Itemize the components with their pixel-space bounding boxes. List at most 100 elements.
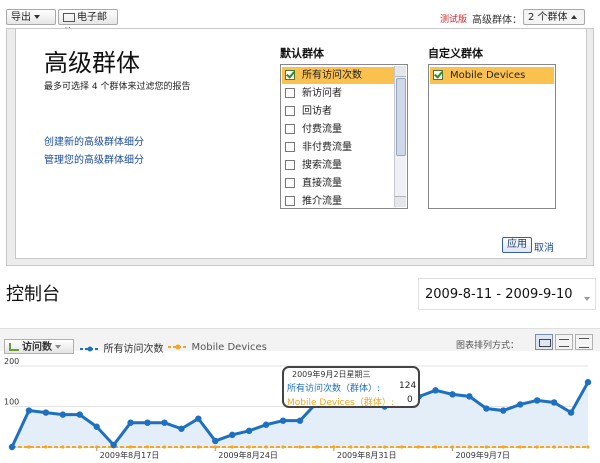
- data-point-mobile-devices[interactable]: [264, 445, 268, 449]
- y-tick-label: 100: [4, 398, 19, 407]
- data-point-mobile-devices[interactable]: [315, 445, 319, 449]
- data-point-mobile-devices[interactable]: [61, 445, 65, 449]
- data-point-all-visits[interactable]: [500, 407, 507, 414]
- checkbox[interactable]: [285, 106, 295, 116]
- checkbox[interactable]: [285, 160, 295, 170]
- list-item[interactable]: 所有访问次数: [282, 67, 394, 84]
- data-point-all-visits[interactable]: [161, 419, 168, 426]
- list-item[interactable]: 直接流量: [282, 175, 394, 192]
- data-point-mobile-devices[interactable]: [433, 445, 438, 449]
- data-point-all-visits[interactable]: [195, 415, 202, 422]
- data-point-all-visits[interactable]: [178, 425, 185, 432]
- data-point-mobile-devices[interactable]: [332, 445, 336, 449]
- data-point-all-visits[interactable]: [245, 427, 253, 434]
- data-point-all-visits[interactable]: [466, 393, 473, 400]
- data-point-all-visits[interactable]: [550, 399, 558, 406]
- list-item[interactable]: 搜索流量: [282, 157, 394, 174]
- data-point-all-visits[interactable]: [296, 417, 304, 424]
- data-point-all-visits[interactable]: [229, 431, 236, 439]
- list-item[interactable]: 回访者: [282, 103, 394, 120]
- date-range-picker[interactable]: 2009-8-11 - 2009-9-10: [418, 278, 596, 310]
- email-icon: [63, 12, 75, 22]
- data-point-all-visits[interactable]: [93, 423, 100, 430]
- data-point-mobile-devices[interactable]: [383, 445, 387, 449]
- email-button[interactable]: 电子邮件: [58, 9, 118, 39]
- data-point-mobile-devices[interactable]: [95, 445, 99, 449]
- scroll-up-icon[interactable]: [395, 66, 406, 77]
- data-point-mobile-devices[interactable]: [247, 445, 251, 449]
- custom-segments-list[interactable]: Mobile Devices: [428, 64, 556, 209]
- view-line-chart-button[interactable]: [535, 334, 553, 350]
- data-point-all-visits[interactable]: [483, 405, 490, 412]
- default-segments-list[interactable]: 所有访问次数 新访问者回访者付费流量 非付费流量 搜索流量 直接流量 推介流量: [280, 64, 408, 209]
- data-point-mobile-devices[interactable]: [416, 445, 421, 449]
- data-point-all-visits[interactable]: [262, 421, 270, 428]
- apply-button[interactable]: 应用: [502, 237, 532, 253]
- create-segment-link[interactable]: 创建新的高级群体细分: [44, 133, 144, 148]
- list-item[interactable]: 新访问者: [282, 85, 394, 102]
- data-point-mobile-devices[interactable]: [78, 445, 82, 449]
- data-point-mobile-devices[interactable]: [213, 445, 217, 449]
- data-point-mobile-devices[interactable]: [569, 445, 573, 449]
- data-point-mobile-devices[interactable]: [128, 445, 133, 449]
- data-point-all-visits[interactable]: [42, 409, 50, 416]
- data-point-mobile-devices[interactable]: [518, 445, 522, 449]
- list-item[interactable]: Mobile Devices: [430, 67, 554, 84]
- scroll-thumb[interactable]: [396, 78, 406, 156]
- data-point-mobile-devices[interactable]: [450, 445, 455, 449]
- data-point-all-visits[interactable]: [432, 387, 439, 394]
- checkbox[interactable]: [285, 88, 295, 98]
- data-point-all-visits[interactable]: [449, 391, 456, 398]
- view-table-button[interactable]: [575, 334, 593, 350]
- data-point-mobile-devices[interactable]: [162, 445, 167, 449]
- x-tick-label: 2009年8月24日: [218, 450, 278, 460]
- data-point-mobile-devices[interactable]: [230, 445, 234, 449]
- data-point-mobile-devices[interactable]: [27, 445, 31, 449]
- list-item[interactable]: 付费流量: [282, 121, 394, 138]
- data-point-all-visits[interactable]: [533, 397, 541, 404]
- data-point-all-visits[interactable]: [25, 407, 33, 414]
- data-point-all-visits[interactable]: [584, 379, 592, 386]
- data-point-mobile-devices[interactable]: [179, 445, 184, 449]
- data-point-all-visits[interactable]: [567, 409, 575, 416]
- checkbox[interactable]: [285, 70, 295, 80]
- data-point-mobile-devices[interactable]: [501, 445, 505, 449]
- data-point-all-visits[interactable]: [517, 401, 524, 408]
- data-point-all-visits[interactable]: [76, 411, 83, 418]
- data-point-mobile-devices[interactable]: [535, 445, 539, 449]
- data-point-all-visits[interactable]: [8, 443, 16, 451]
- data-point-mobile-devices[interactable]: [349, 445, 353, 449]
- data-point-all-visits[interactable]: [144, 419, 151, 426]
- view-motion-chart-button[interactable]: [555, 334, 573, 350]
- manage-segment-link[interactable]: 管理您的高级群体细分: [44, 151, 144, 166]
- list-scrollbar[interactable]: [394, 66, 406, 207]
- checkbox[interactable]: [433, 70, 443, 80]
- data-point-all-visits[interactable]: [59, 411, 67, 418]
- data-point-mobile-devices[interactable]: [467, 445, 472, 449]
- data-point-mobile-devices[interactable]: [366, 445, 370, 449]
- data-point-all-visits[interactable]: [212, 437, 219, 445]
- checkbox[interactable]: [285, 142, 295, 152]
- data-point-mobile-devices[interactable]: [298, 445, 302, 449]
- checkbox[interactable]: [285, 124, 295, 134]
- list-item[interactable]: 推介流量: [282, 193, 394, 208]
- data-point-mobile-devices[interactable]: [400, 445, 404, 449]
- data-point-mobile-devices[interactable]: [196, 445, 200, 449]
- data-point-mobile-devices[interactable]: [145, 445, 150, 449]
- data-point-mobile-devices[interactable]: [484, 445, 488, 449]
- data-point-all-visits[interactable]: [110, 441, 117, 449]
- list-item-label: 回访者: [302, 106, 332, 117]
- data-point-mobile-devices[interactable]: [552, 445, 556, 449]
- export-button[interactable]: 导出: [6, 9, 56, 25]
- data-point-all-visits[interactable]: [279, 417, 287, 424]
- segment-dropdown[interactable]: 2 个群体: [523, 9, 585, 25]
- data-point-mobile-devices[interactable]: [586, 445, 590, 449]
- checkbox[interactable]: [285, 178, 295, 188]
- cancel-link[interactable]: 取消: [534, 239, 554, 254]
- checkbox[interactable]: [285, 196, 295, 206]
- data-point-mobile-devices[interactable]: [44, 445, 48, 449]
- data-point-mobile-devices[interactable]: [281, 445, 285, 449]
- scroll-down-icon[interactable]: [395, 196, 406, 207]
- data-point-all-visits[interactable]: [127, 419, 134, 426]
- list-item[interactable]: 非付费流量: [282, 139, 394, 156]
